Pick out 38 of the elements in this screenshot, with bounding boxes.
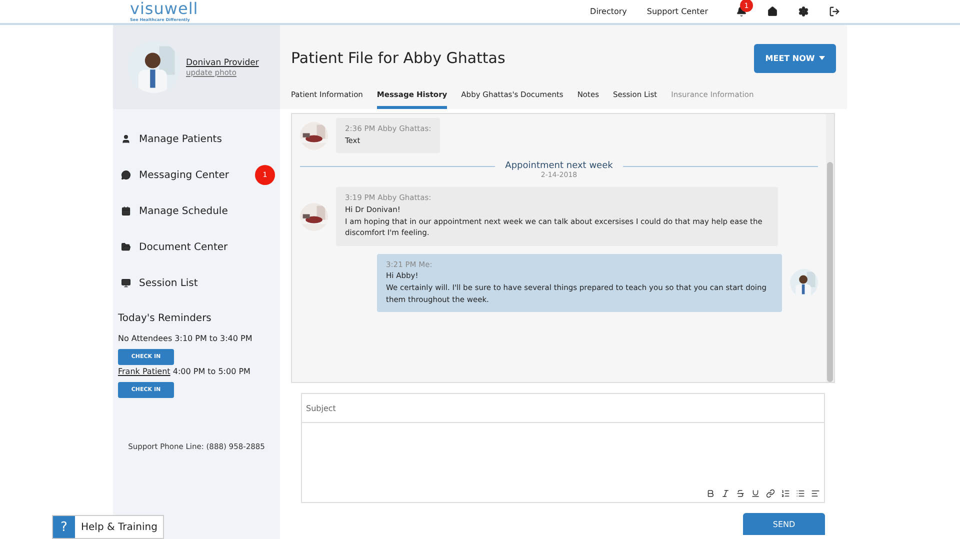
caret-icon [818,56,825,60]
italic-icon[interactable] [721,489,730,498]
align-left-icon[interactable] [811,489,820,498]
underline-icon[interactable] [751,489,760,498]
calendar-icon [121,206,131,216]
reminders-title: Today's Reminders [117,312,212,326]
thread-title: Appointment next week [505,161,613,172]
help-icon: ? [53,516,75,538]
send-button[interactable]: SEND [743,513,825,535]
reminder-name: No Attendees [118,334,172,343]
sidebar-item[interactable]: Document Center [121,229,280,265]
folder-icon [121,242,131,252]
help-training-button[interactable]: ? Help & Training [52,515,164,539]
home-icon[interactable] [767,6,778,17]
meet-now-button[interactable]: MEET NOW [754,44,836,72]
logout-icon[interactable] [829,6,840,17]
header-link[interactable]: Support Center [646,7,708,16]
message-body-field[interactable] [301,423,825,503]
speech-bubble-icon [121,170,131,180]
sidebar-item[interactable]: Manage Schedule [121,193,280,229]
reminder-time: 4:00 PM to 5:00 PM [172,367,250,376]
header-link[interactable]: Directory [590,7,627,16]
logo[interactable]: visuwell [130,0,198,18]
page-title: Patient File for Abby Ghattas [291,49,506,67]
settings-icon[interactable] [798,6,809,17]
bullet-list-icon[interactable] [796,489,805,498]
profile-name[interactable]: Donivan Provider [186,58,259,68]
reminder-time: 3:10 PM to 3:40 PM [174,334,252,343]
bold-icon[interactable] [706,489,715,498]
patient-link[interactable]: Frank Patient [118,367,170,376]
subject-field[interactable]: Subject [301,393,825,423]
strikethrough-icon[interactable] [736,489,745,498]
monitor-icon [121,278,131,288]
sidebar-item[interactable]: Session List [121,265,280,301]
sidebar-item[interactable]: Manage Patients [121,121,280,157]
numbered-list-icon[interactable] [781,489,790,498]
link-icon[interactable] [766,489,775,498]
person-icon [121,134,131,144]
